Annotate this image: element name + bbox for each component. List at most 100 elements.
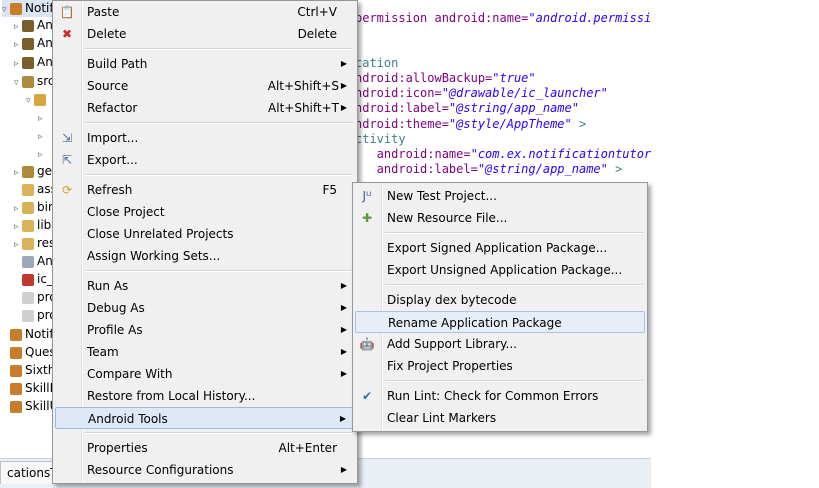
menu-item-delete[interactable]: ✖ Delete Delete bbox=[55, 23, 355, 45]
menu-item-compare-with[interactable]: Compare With ▶ bbox=[55, 363, 355, 385]
menu-item-label: Close Unrelated Projects bbox=[87, 227, 234, 241]
submenu-item-export-unsigned-application-package[interactable]: Export Unsigned Application Package... bbox=[355, 259, 645, 281]
tree-item[interactable]: An bbox=[14, 252, 53, 270]
tree-item[interactable]: ▿ bbox=[26, 90, 49, 108]
menu-item-shortcut: Ctrl+V bbox=[297, 5, 337, 19]
tree-item-icon bbox=[22, 291, 34, 304]
menu-item-shortcut: Delete bbox=[297, 27, 337, 41]
menu-separator bbox=[85, 122, 353, 124]
code-token: "true" bbox=[492, 71, 536, 85]
check-icon: ✔ bbox=[361, 389, 373, 403]
twisty-icon[interactable]: ▹ bbox=[14, 55, 22, 73]
menu-item-team[interactable]: Team ▶ bbox=[55, 341, 355, 363]
submenu-arrow-icon: ▶ bbox=[340, 465, 347, 474]
tree-item[interactable]: ▹ An bbox=[14, 53, 53, 71]
menu-item-shortcut: Alt+Enter bbox=[278, 441, 337, 455]
menu-item-assign-working-sets[interactable]: Assign Working Sets... bbox=[55, 245, 355, 267]
tree-item-label: An bbox=[37, 36, 53, 50]
paste-icon: 📋 bbox=[59, 5, 75, 19]
code-token: cation bbox=[355, 56, 399, 70]
code-line: ndroid:icon="@drawable/ic_launcher" bbox=[355, 86, 608, 101]
twisty-icon[interactable]: ▿ bbox=[26, 92, 34, 110]
tree-item-icon bbox=[10, 2, 22, 15]
tree-item-label: lib bbox=[37, 218, 52, 232]
code-token: "@string/app_name" bbox=[477, 162, 608, 176]
code-line: ndroid:label="@string/app_name" bbox=[355, 101, 579, 116]
menu-item-source[interactable]: Source Alt+Shift+S ▶ bbox=[55, 75, 355, 97]
tree-item[interactable]: pro bbox=[14, 306, 57, 324]
menu-item-close-project[interactable]: Close Project bbox=[55, 201, 355, 223]
tree-item-icon bbox=[10, 328, 22, 341]
submenu-item-new-test-project[interactable]: Jᵁ New Test Project... bbox=[355, 185, 645, 207]
import-icon: ⇲ bbox=[61, 131, 73, 145]
tree-item-icon bbox=[22, 201, 34, 214]
menu-separator bbox=[385, 380, 643, 382]
menu-item-label: Profile As bbox=[87, 323, 143, 337]
menu-item-resource-configurations[interactable]: Resource Configurations ▶ bbox=[55, 459, 355, 481]
submenu-item-clear-lint-markers[interactable]: Clear Lint Markers bbox=[355, 407, 645, 429]
menu-item-shortcut: Alt+Shift+T bbox=[268, 101, 339, 115]
tree-item-icon bbox=[10, 400, 22, 413]
tree-item[interactable]: ▹ An bbox=[14, 34, 53, 52]
tree-item[interactable]: pro bbox=[14, 288, 57, 306]
tree-item[interactable]: ▹ res bbox=[14, 234, 55, 252]
tree-item-icon bbox=[22, 255, 34, 268]
menu-item-paste[interactable]: 📋 Paste Ctrl+V bbox=[55, 1, 355, 23]
menu-item-export[interactable]: ⇱ Export... bbox=[55, 149, 355, 171]
menu-item-refactor[interactable]: Refactor Alt+Shift+T ▶ bbox=[55, 97, 355, 119]
code-token: "@string/app_name" bbox=[448, 101, 579, 115]
code-token: ctivity bbox=[355, 132, 406, 146]
submenu-arrow-icon: ▶ bbox=[340, 281, 347, 290]
submenu-item-export-signed-application-package[interactable]: Export Signed Application Package... bbox=[355, 237, 645, 259]
code-token: > bbox=[607, 162, 623, 176]
tree-item[interactable]: ▹ lib bbox=[14, 216, 51, 234]
menu-item-label: Run As bbox=[87, 279, 129, 293]
menu-item-label: Resource Configurations bbox=[87, 463, 234, 477]
menu-item-run-as[interactable]: Run As ▶ bbox=[55, 275, 355, 297]
tree-item[interactable]: ▹ ge bbox=[14, 162, 52, 180]
code-line: ndroid:allowBackup="true" bbox=[355, 71, 536, 86]
project-explorer-tree: ▿ Notific ▹ An ▹ An ▹ An ▿ src ▿ ▹ ▹ ▹ ▹ ge ass ▹ bin ▹ lib ▹… bbox=[0, 0, 60, 460]
submenu-item-add-support-library[interactable]: 🤖 Add Support Library... bbox=[355, 333, 645, 355]
tree-item-icon bbox=[22, 309, 34, 322]
menu-item-close-unrelated-projects[interactable]: Close Unrelated Projects bbox=[55, 223, 355, 245]
menu-item-restore-from-local-history[interactable]: Restore from Local History... bbox=[55, 385, 355, 407]
menu-item-properties[interactable]: Properties Alt+Enter bbox=[55, 437, 355, 459]
submenu-arrow-icon: ▶ bbox=[340, 325, 347, 334]
tree-item[interactable]: ▹ bin bbox=[14, 198, 56, 216]
menu-item-label: Source bbox=[87, 79, 129, 93]
tree-item[interactable]: ass bbox=[14, 180, 57, 198]
tree-item[interactable]: ▹ bbox=[38, 108, 46, 126]
menu-item-profile-as[interactable]: Profile As ▶ bbox=[55, 319, 355, 341]
menu-item-android-tools[interactable]: Android Tools ▶ bbox=[55, 407, 355, 429]
menu-item-build-path[interactable]: Build Path ▶ bbox=[55, 53, 355, 75]
submenu-item-display-dex-bytecode[interactable]: Display dex bytecode bbox=[355, 289, 645, 311]
tree-item-label: ge bbox=[37, 164, 52, 178]
twisty-icon[interactable]: ▹ bbox=[14, 36, 22, 54]
twisty-icon[interactable]: ▿ bbox=[14, 74, 22, 92]
menu-item-label: Delete bbox=[87, 27, 127, 41]
menu-item-debug-as[interactable]: Debug As ▶ bbox=[55, 297, 355, 319]
submenu-arrow-icon: ▶ bbox=[340, 81, 347, 90]
new-resource-icon: ✚ bbox=[361, 211, 373, 225]
code-line: ndroid:theme="@style/AppTheme" > bbox=[355, 117, 586, 132]
submenu-item-run-lint-check-for-common-errors[interactable]: ✔ Run Lint: Check for Common Errors bbox=[355, 385, 645, 407]
tree-item-label: An bbox=[37, 55, 53, 69]
submenu-arrow-icon: ▶ bbox=[340, 347, 347, 356]
tree-item[interactable]: ic_ bbox=[14, 270, 53, 288]
tree-item[interactable]: ▹ bbox=[38, 144, 46, 162]
submenu-item-rename-application-package[interactable]: Rename Application Package bbox=[355, 311, 645, 333]
code-token: ndroid:label= bbox=[355, 101, 449, 115]
submenu-item-fix-project-properties[interactable]: Fix Project Properties bbox=[355, 355, 645, 377]
export-icon: ⇱ bbox=[61, 153, 73, 167]
menu-item-refresh[interactable]: ⟳ Refresh F5 bbox=[55, 179, 355, 201]
menu-separator bbox=[85, 270, 353, 272]
tree-item[interactable]: ▹ An bbox=[14, 16, 53, 34]
submenu-item-new-resource-file[interactable]: ✚ New Resource File... bbox=[355, 207, 645, 229]
code-token: android:name= bbox=[355, 147, 471, 161]
twisty-icon[interactable]: ▿ bbox=[2, 1, 10, 19]
tree-item[interactable]: ▿ src bbox=[14, 72, 55, 90]
menu-item-import[interactable]: ⇲ Import... bbox=[55, 127, 355, 149]
tree-item[interactable]: ▹ bbox=[38, 126, 46, 144]
submenu-arrow-icon: ▶ bbox=[340, 303, 347, 312]
